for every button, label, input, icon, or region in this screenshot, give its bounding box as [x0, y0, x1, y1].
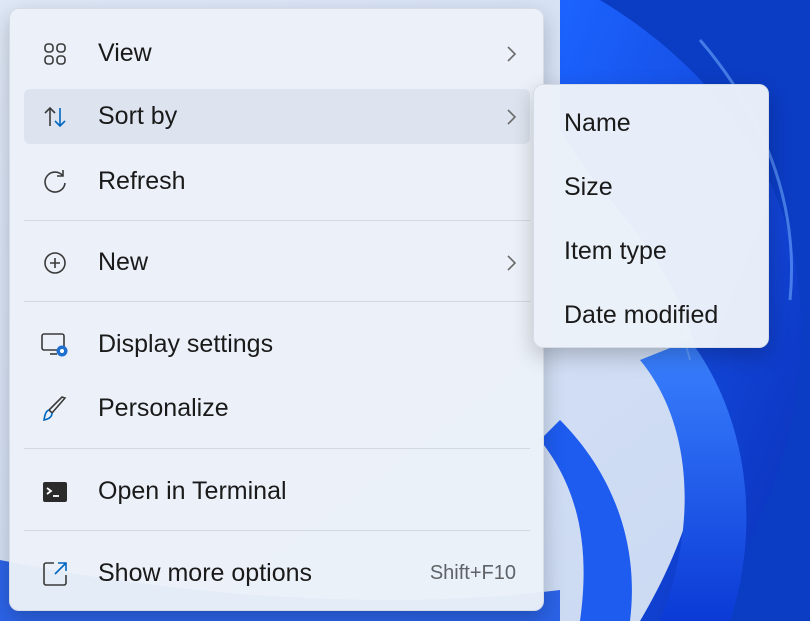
submenu-item-label: Item type	[564, 236, 667, 265]
menu-separator	[24, 301, 530, 302]
menu-item-label: Refresh	[98, 167, 186, 195]
submenu-item-size[interactable]: Size	[542, 159, 760, 215]
view-grid-icon	[40, 39, 70, 69]
display-settings-icon	[40, 330, 70, 360]
menu-item-label: Personalize	[98, 394, 229, 422]
chevron-right-icon	[504, 43, 520, 65]
menu-item-show-more-options[interactable]: Show more options Shift+F10	[24, 546, 530, 601]
menu-item-view[interactable]: View	[24, 26, 530, 81]
menu-item-label: Sort by	[98, 102, 178, 130]
menu-item-label: New	[98, 248, 149, 276]
sort-arrows-icon	[40, 102, 70, 132]
menu-item-display-settings[interactable]: Display settings	[24, 317, 530, 372]
terminal-icon	[40, 477, 70, 507]
menu-separator	[24, 530, 530, 531]
desktop-context-menu: View Sort by Refresh New Display setting…	[9, 8, 544, 611]
keyboard-shortcut: Shift+F10	[429, 562, 516, 584]
submenu-item-date-modified[interactable]: Date modified	[542, 287, 760, 343]
submenu-item-name[interactable]: Name	[542, 95, 760, 151]
menu-item-new[interactable]: New	[24, 235, 530, 290]
brush-icon	[40, 394, 70, 424]
submenu-item-label: Size	[564, 172, 613, 201]
menu-item-personalize[interactable]: Personalize	[24, 381, 530, 436]
submenu-item-label: Name	[564, 108, 631, 137]
plus-circle-icon	[40, 248, 70, 278]
menu-item-sort-by[interactable]: Sort by	[24, 89, 530, 144]
chevron-right-icon	[504, 106, 520, 128]
refresh-icon	[40, 167, 70, 197]
menu-item-open-in-terminal[interactable]: Open in Terminal	[24, 464, 530, 519]
menu-item-refresh[interactable]: Refresh	[24, 154, 530, 209]
menu-item-label: Show more options	[98, 559, 313, 587]
sort-by-submenu: Name Size Item type Date modified	[533, 84, 769, 348]
menu-separator	[24, 448, 530, 449]
menu-item-label: View	[98, 39, 152, 67]
submenu-item-item-type[interactable]: Item type	[542, 223, 760, 279]
menu-item-label: Open in Terminal	[98, 477, 287, 505]
menu-separator	[24, 220, 530, 221]
menu-item-label: Display settings	[98, 330, 274, 358]
chevron-right-icon	[504, 252, 520, 274]
more-options-icon	[40, 559, 70, 589]
submenu-item-label: Date modified	[564, 300, 719, 329]
